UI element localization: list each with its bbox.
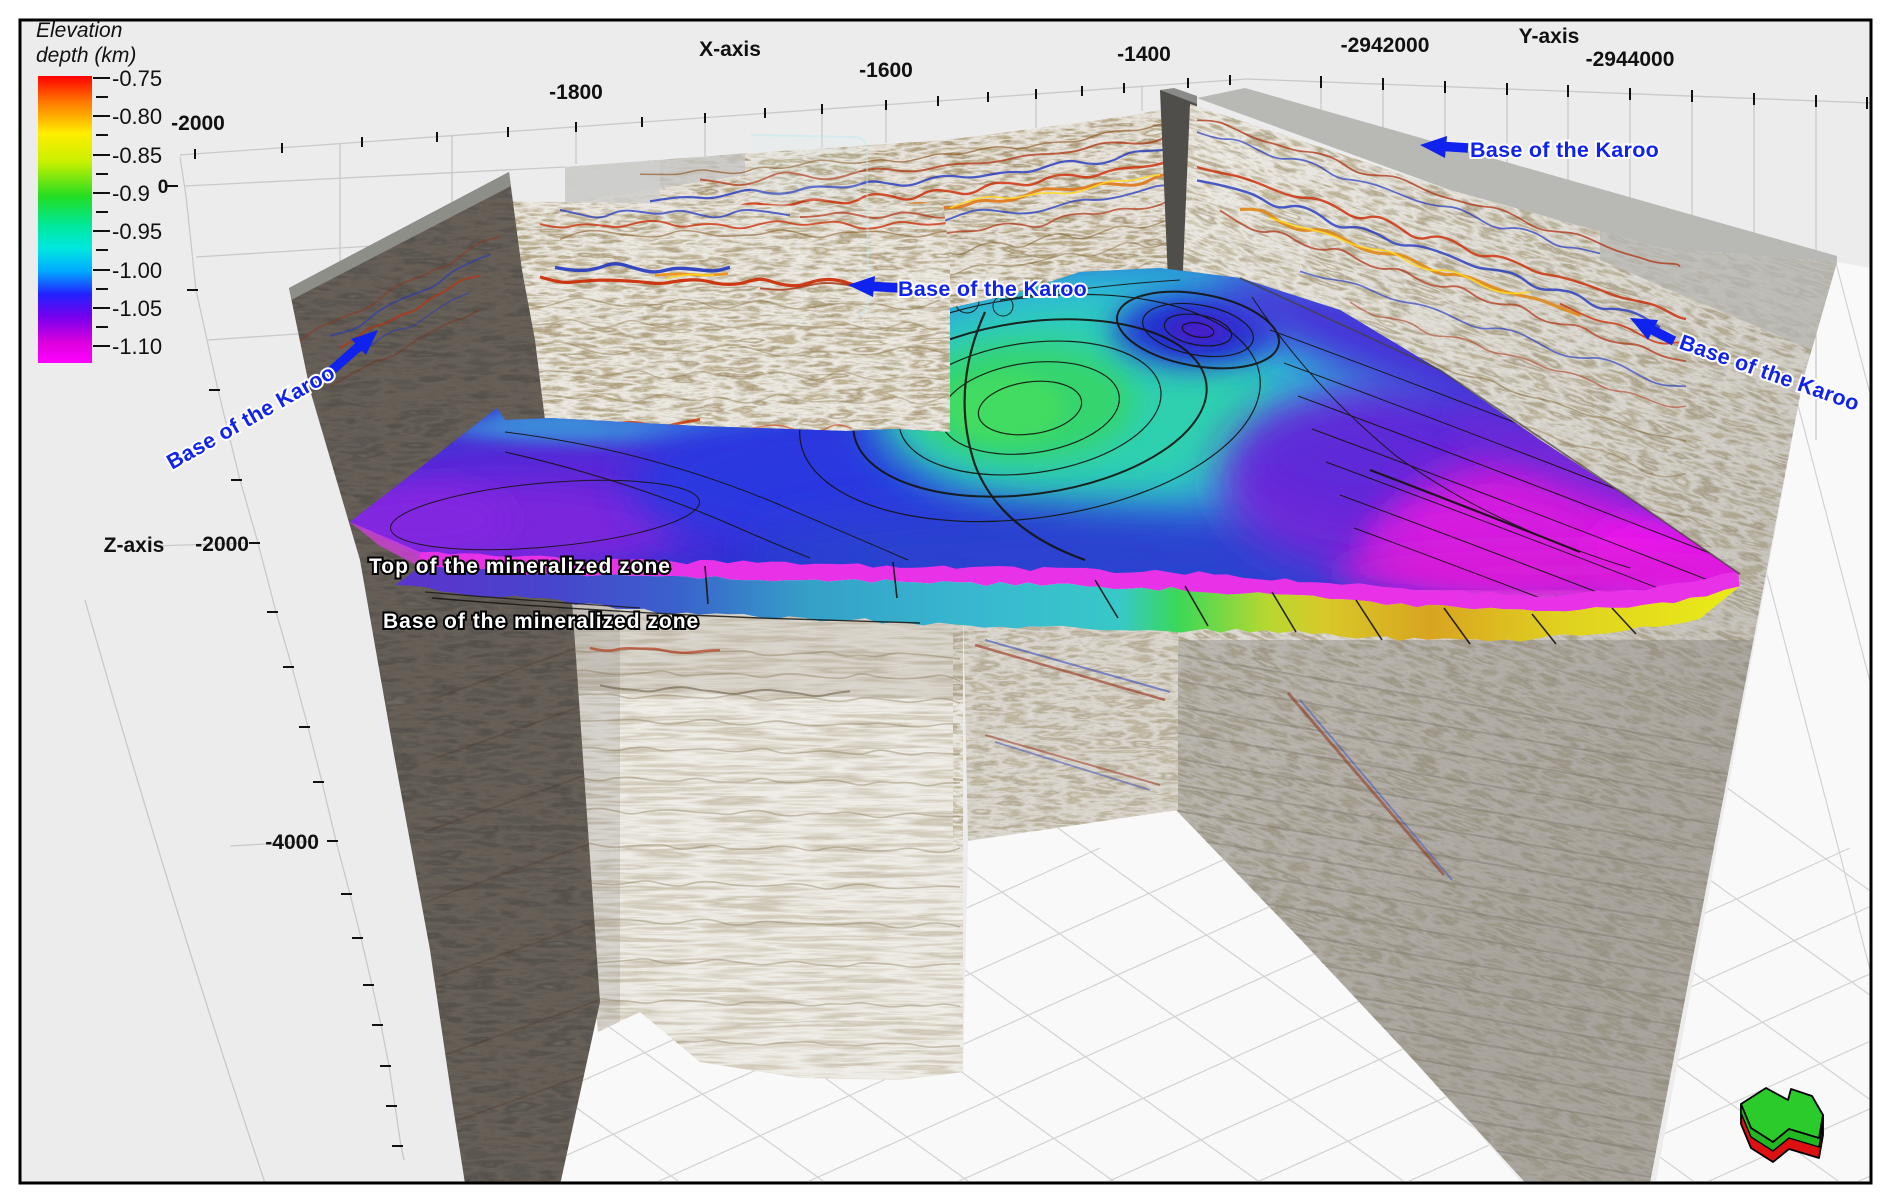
- svg-text:-2944000: -2944000: [1586, 48, 1675, 71]
- svg-text:-1.05: -1.05: [112, 296, 162, 321]
- svg-text:-0.9: -0.9: [112, 181, 150, 206]
- svg-text:-0.75: -0.75: [112, 66, 162, 91]
- svg-text:depth (km): depth (km): [36, 44, 136, 67]
- svg-text:Z-axis: Z-axis: [104, 534, 165, 557]
- svg-text:-1.00: -1.00: [112, 258, 162, 283]
- svg-text:Base of the Karoo: Base of the Karoo: [898, 277, 1087, 301]
- svg-text:-1600: -1600: [859, 59, 913, 82]
- svg-text:Base of the Karoo: Base of the Karoo: [1470, 138, 1659, 162]
- svg-text:-0.80: -0.80: [112, 104, 162, 129]
- svg-text:-0.95: -0.95: [112, 219, 162, 244]
- svg-text:-0.85: -0.85: [112, 143, 162, 168]
- svg-text:X-axis: X-axis: [699, 38, 761, 61]
- svg-text:-1400: -1400: [1117, 43, 1171, 66]
- svg-text:Base of the mineralized zone: Base of the mineralized zone: [383, 610, 699, 633]
- svg-text:-1.10: -1.10: [112, 334, 162, 359]
- svg-text:-2000: -2000: [171, 112, 225, 135]
- svg-text:-4000: -4000: [265, 831, 319, 854]
- svg-text:Elevation: Elevation: [36, 19, 122, 42]
- svg-text:0: 0: [158, 177, 169, 198]
- svg-text:Top of the mineralized zone: Top of the mineralized zone: [369, 555, 671, 578]
- svg-text:-2942000: -2942000: [1341, 34, 1430, 57]
- svg-text:Y-axis: Y-axis: [1519, 25, 1580, 48]
- svg-text:-1800: -1800: [549, 81, 603, 104]
- svg-text:-2000: -2000: [195, 533, 249, 556]
